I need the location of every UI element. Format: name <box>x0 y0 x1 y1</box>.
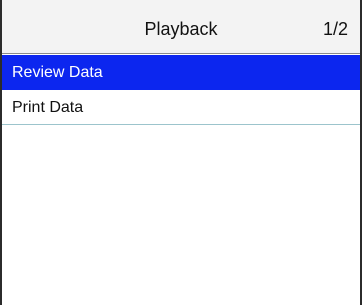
header-bar: Playback 1/2 <box>2 0 360 54</box>
menu-item-print-data[interactable]: Print Data <box>2 90 360 125</box>
page-indicator: 1/2 <box>322 19 348 39</box>
playback-menu: Review Data Print Data <box>2 55 360 125</box>
menu-item-review-data[interactable]: Review Data <box>2 55 360 90</box>
playback-screen: Playback 1/2 Review Data Print Data <box>0 0 362 305</box>
page-title: Playback <box>144 19 218 39</box>
